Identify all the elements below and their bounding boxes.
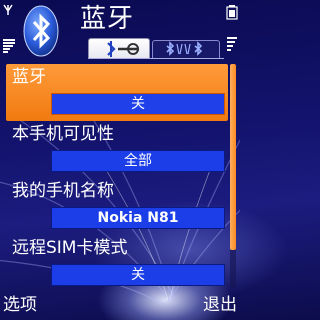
setting-value: Nokia N81 (51, 207, 225, 229)
setting-value: 关 (51, 264, 225, 286)
setting-label: 本手机可见性 (12, 124, 114, 144)
scrollbar[interactable] (230, 64, 236, 288)
setting-bluetooth[interactable]: 蓝牙 关 (6, 64, 228, 121)
bluetooth-icon (23, 5, 59, 57)
setting-phone-name[interactable]: 我的手机名称 Nokia N81 (6, 178, 228, 235)
signal-strength-icon (3, 4, 15, 53)
setting-phone-visibility[interactable]: 本手机可见性 全部 (6, 121, 228, 178)
tab-divider (88, 58, 224, 59)
setting-remote-sim-mode[interactable]: 远程SIM卡模式 关 (6, 235, 228, 292)
setting-label: 蓝牙 (12, 67, 46, 87)
setting-value: 全部 (51, 150, 225, 172)
page-title: 蓝牙 (80, 4, 135, 34)
setting-label: 远程SIM卡模式 (12, 238, 128, 258)
scrollbar-thumb[interactable] (230, 64, 236, 250)
battery-icon (226, 5, 238, 51)
settings-list: 蓝牙 关 本手机可见性 全部 我的手机名称 Nokia N81 远程SIM卡模式… (6, 64, 228, 292)
setting-value: 关 (51, 93, 225, 115)
tab-settings[interactable] (88, 38, 150, 58)
settings-icon (107, 41, 140, 57)
options-softkey[interactable]: 选项 (3, 294, 37, 316)
setting-label: 我的手机名称 (12, 181, 114, 201)
tab-strip (88, 38, 224, 60)
tab-paired-devices[interactable] (152, 40, 220, 58)
exit-softkey[interactable]: 退出 (203, 294, 237, 316)
paired-devices-icon (166, 41, 203, 56)
title-pane: 蓝牙 (0, 0, 240, 62)
